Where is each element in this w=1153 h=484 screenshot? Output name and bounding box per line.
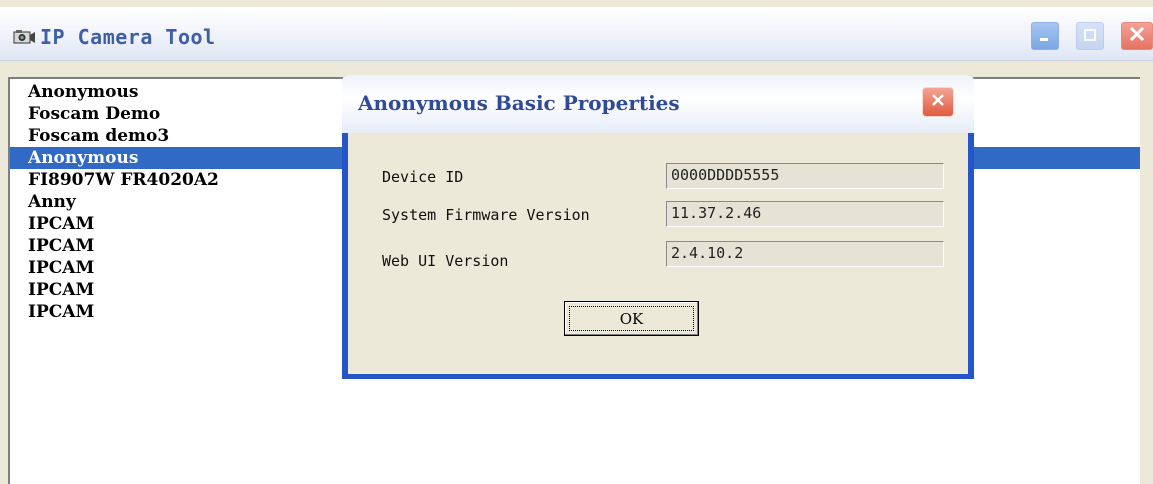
dialog-title: Anonymous Basic Properties	[358, 91, 680, 115]
window-title: IP Camera Tool	[40, 25, 216, 49]
title-bar[interactable]: IP Camera Tool	[0, 7, 1153, 61]
device-id-field: 0000DDDD5555	[666, 163, 944, 189]
properties-dialog: Anonymous Basic Properties Device ID 000…	[342, 75, 974, 379]
dialog-body: Device ID 0000DDDD5555 System Firmware V…	[348, 133, 968, 374]
minimize-icon	[1038, 27, 1052, 46]
list-item[interactable]: IPCAM	[10, 279, 94, 301]
minimize-button[interactable]	[1031, 22, 1059, 50]
focus-rect	[569, 306, 694, 331]
list-item[interactable]: Foscam Demo	[10, 103, 160, 125]
list-item[interactable]: IPCAM	[10, 235, 94, 257]
dialog-title-bar[interactable]: Anonymous Basic Properties	[342, 75, 974, 133]
app-camera-icon	[12, 26, 36, 48]
list-item[interactable]: Foscam demo3	[10, 125, 169, 147]
list-item[interactable]: FI8907W FR4020A2	[10, 169, 219, 191]
firmware-version-label: System Firmware Version	[382, 206, 590, 224]
list-item[interactable]: Anonymous	[10, 81, 138, 103]
list-item[interactable]: Anny	[10, 191, 76, 213]
device-id-label: Device ID	[382, 168, 464, 186]
close-icon	[1128, 25, 1146, 47]
dialog-close-button[interactable]	[922, 87, 954, 117]
web-ui-version-label: Web UI Version	[382, 252, 509, 270]
firmware-version-field: 11.37.2.46	[666, 201, 944, 227]
close-icon	[930, 92, 946, 112]
close-button[interactable]	[1121, 22, 1153, 50]
web-ui-version-field: 2.4.10.2	[666, 241, 944, 267]
ok-button[interactable]: OK	[564, 301, 699, 336]
list-item[interactable]: IPCAM	[10, 301, 94, 323]
list-item[interactable]: IPCAM	[10, 257, 94, 279]
list-item[interactable]: IPCAM	[10, 213, 94, 235]
maximize-button[interactable]	[1076, 22, 1104, 50]
maximize-icon	[1083, 27, 1097, 46]
